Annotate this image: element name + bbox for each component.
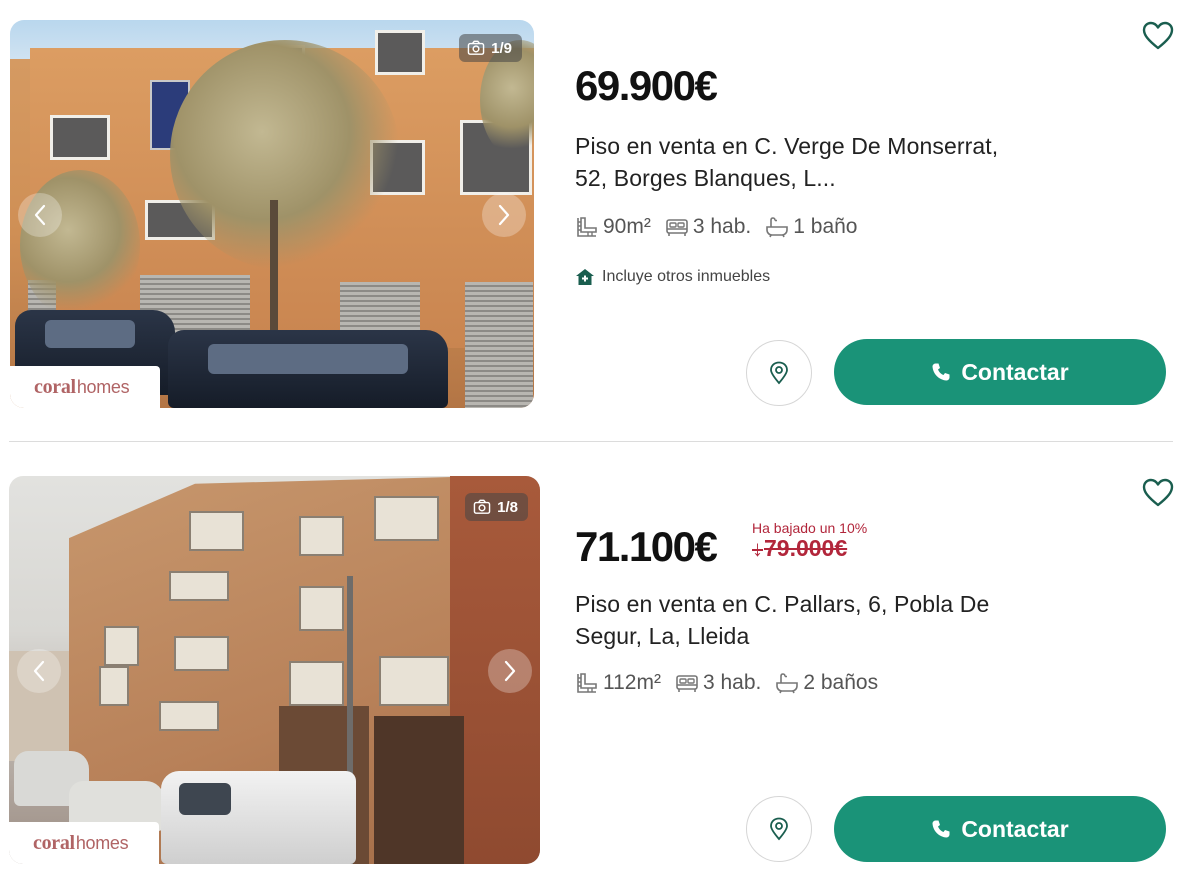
favorite-button[interactable] <box>1140 475 1176 511</box>
photo-counter: 1/9 <box>459 34 522 62</box>
heart-icon <box>1142 21 1174 50</box>
bath-icon <box>776 673 799 694</box>
map-pin-icon <box>770 361 788 385</box>
favorite-button[interactable] <box>1140 18 1176 54</box>
listing-price: 69.900€ <box>575 62 718 109</box>
listing-card[interactable]: 1/9 coral homes 69.900€ Piso en venta en … <box>0 0 1200 440</box>
old-price: ↓79.000€ <box>752 535 848 561</box>
next-photo-button[interactable] <box>488 649 532 693</box>
next-photo-button[interactable] <box>482 193 526 237</box>
photo-counter-text: 1/9 <box>491 39 512 57</box>
arrow-down-icon: ↓ <box>752 536 763 561</box>
listing-divider <box>9 441 1173 442</box>
feature-area: 90m² <box>575 215 651 239</box>
bath-icon <box>766 217 789 238</box>
contact-button[interactable]: Contactar <box>834 339 1166 405</box>
prev-photo-button[interactable] <box>18 193 62 237</box>
phone-icon <box>932 820 950 838</box>
feature-rooms: 3 hab. <box>665 215 751 239</box>
listing-photo[interactable]: 1/8 coral homes <box>9 476 540 864</box>
heart-icon <box>1142 478 1174 507</box>
show-map-button[interactable] <box>746 340 812 406</box>
feature-baths: 2 baños <box>775 671 878 695</box>
chevron-left-icon <box>34 204 46 226</box>
show-map-button[interactable] <box>746 796 812 862</box>
includes-other-properties: Incluye otros inmuebles <box>575 268 770 286</box>
camera-icon <box>473 499 491 514</box>
agency-logo[interactable]: coral homes <box>9 822 159 864</box>
camera-icon <box>467 40 485 55</box>
price-drop-note: Ha bajado un 10% <box>752 520 868 536</box>
listing-features: 90m² 3 hab. 1 baño <box>575 215 871 239</box>
phone-icon <box>932 363 950 381</box>
chevron-right-icon <box>504 660 516 682</box>
area-icon <box>577 673 597 693</box>
feature-baths: 1 baño <box>765 215 857 239</box>
photo-counter: 1/8 <box>465 493 528 521</box>
price-drop: Ha bajado un 10% ↓79.000€ <box>752 521 867 560</box>
house-plus-icon <box>576 269 594 285</box>
contact-button[interactable]: Contactar <box>834 796 1166 862</box>
listing-photo[interactable]: 1/9 coral homes <box>10 20 534 408</box>
prev-photo-button[interactable] <box>17 649 61 693</box>
listing-features: 112m² 3 hab. 2 baños <box>575 671 892 695</box>
chevron-left-icon <box>33 660 45 682</box>
listing-price: 71.100€ <box>575 523 718 570</box>
listing-card[interactable]: 1/8 coral homes 71.100€ Ha bajado un 10% … <box>0 455 1200 896</box>
listing-title[interactable]: Piso en venta en C. Verge De Monserrat, … <box>575 130 1025 194</box>
photo-counter-text: 1/8 <box>497 498 518 516</box>
bed-icon <box>676 675 698 692</box>
map-pin-icon <box>770 817 788 841</box>
feature-rooms: 3 hab. <box>675 671 761 695</box>
listing-title[interactable]: Piso en venta en C. Pallars, 6, Pobla De… <box>575 588 1035 652</box>
agency-logo[interactable]: coral homes <box>10 366 160 408</box>
feature-area: 112m² <box>575 671 661 695</box>
bed-icon <box>666 219 688 236</box>
chevron-right-icon <box>498 204 510 226</box>
area-icon <box>577 217 597 237</box>
